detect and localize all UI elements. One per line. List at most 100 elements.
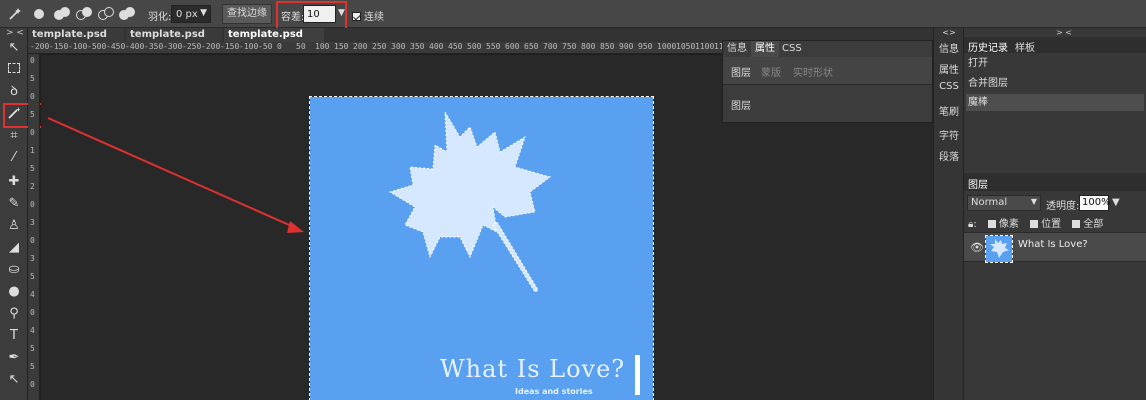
ruler-tick-label: 5 [30, 164, 35, 173]
ruler-tick-label: -50 [258, 42, 273, 51]
subtab-layer[interactable]: 图层 [731, 64, 751, 79]
dock-collapse[interactable]: <> [934, 28, 964, 37]
contiguous-checkbox[interactable]: 连续 [352, 8, 384, 23]
feather-dropdown-icon[interactable]: ▼ [200, 8, 207, 18]
ruler-tick-label: 1100 [695, 42, 715, 51]
refine-edge-button[interactable]: 查找边缘 [222, 4, 272, 24]
tab-info[interactable]: 信息 [723, 41, 751, 57]
stamp-tool-icon[interactable]: ♙ [4, 216, 24, 236]
ruler-tick-label: -300 [163, 42, 183, 51]
move-tool-icon[interactable]: ↖ [4, 38, 24, 58]
tab-properties[interactable]: 属性 [751, 41, 779, 57]
ruler-tick-label: 5 [30, 110, 35, 119]
dock-properties[interactable]: 属性 [934, 61, 964, 76]
feather-input[interactable]: 0 px ▼ [171, 5, 211, 23]
blend-mode-select[interactable]: Normal ▼ [967, 195, 1041, 211]
ruler-tick-label: 600 [505, 42, 520, 51]
ruler-tick-label: 550 [486, 42, 501, 51]
ruler-tick-label: 350 [410, 42, 425, 51]
ruler-tick-label: 0 [30, 92, 35, 101]
lock-row: 🔒︎: 像素 位置 全部 [968, 215, 1103, 230]
healing-brush-icon[interactable]: ✚ [4, 172, 24, 192]
tab-template-1[interactable]: template.psd *✕ [28, 28, 124, 54]
lasso-tool-icon[interactable]: ꝺ [4, 82, 24, 102]
ruler-tick-label: 0 [30, 308, 35, 317]
tolerance-dropdown-icon[interactable]: ▼ [338, 8, 345, 18]
tolerance-label: 容差: [281, 12, 305, 23]
ruler-tick-label: 650 [524, 42, 539, 51]
ruler-tick-label: 4 [30, 326, 35, 335]
ruler-tick-label: 300 [391, 42, 406, 51]
lock-position-label: 位置 [1041, 219, 1062, 230]
history-item-selected[interactable]: 魔棒 [966, 94, 1144, 111]
opacity-input[interactable]: 100% [1079, 195, 1111, 211]
subtab-live-shape[interactable]: 实时形状 [793, 64, 833, 79]
dock-brush[interactable]: 笔刷 [934, 103, 964, 118]
tab-template-3[interactable]: template.psd *✕ [224, 28, 324, 54]
ruler-tick-label: 850 [600, 42, 615, 51]
toolbar-collapse[interactable]: > < [6, 28, 24, 38]
panel-collapse[interactable]: > < [1056, 28, 1072, 37]
dodge-tool-icon[interactable]: ⚲ [4, 304, 24, 324]
eye-icon[interactable]: 👁︎ [970, 241, 984, 254]
subtab-mask[interactable]: 蒙版 [761, 64, 781, 79]
document-title-text: What Is Love? [440, 355, 626, 383]
tab-template-2[interactable]: template.psd *✕ [126, 28, 222, 54]
tab-layers[interactable]: 图层 [968, 176, 988, 191]
checkbox-checked-icon[interactable] [352, 12, 361, 21]
ruler-tick-label: -500 [87, 42, 107, 51]
ruler-tick-label: 250 [372, 42, 387, 51]
bucket-tool-icon[interactable]: ⛀ [4, 260, 24, 280]
opacity-dropdown-icon[interactable]: ▼ [1112, 197, 1120, 208]
ruler-tick-label: -150 [49, 42, 69, 51]
eyedropper-tool-icon[interactable]: ⁄ [4, 148, 24, 168]
dock-info[interactable]: 信息 [934, 40, 964, 55]
properties-content: 图层 [731, 101, 751, 112]
ruler-tick-label: 5 [30, 344, 35, 353]
ruler-tick-label: 1050 [676, 42, 696, 51]
dock-paragraph[interactable]: 段落 [934, 148, 964, 163]
brush-tool-icon[interactable]: ✎ [4, 194, 24, 214]
ruler-tick-label: 4 [30, 290, 35, 299]
ruler-tick-label: 1000 [657, 42, 677, 51]
ruler-tick-label: -100 [239, 42, 259, 51]
tab-history[interactable]: 历史记录 [968, 39, 1008, 54]
ruler-tick-label: 700 [543, 42, 558, 51]
ruler-tick-label: 200 [353, 42, 368, 51]
ruler-vertical: 0 5 0 5 0 1 5 2 0 3 0 3 5 4 0 4 5 5 0 [28, 54, 40, 400]
document-accent-bar [635, 355, 640, 395]
path-select-icon[interactable]: ↖ [4, 370, 24, 390]
layer-thumbnail [985, 235, 1013, 263]
pen-tool-icon[interactable]: ✒ [4, 348, 24, 368]
magic-wand-tool-icon[interactable] [8, 7, 22, 21]
lock-position-checkbox[interactable]: 位置 [1030, 219, 1061, 230]
ruler-tick-label: -400 [125, 42, 145, 51]
type-tool-icon[interactable]: T [4, 326, 24, 346]
eraser-tool-icon[interactable]: ◢ [4, 238, 24, 258]
ruler-tick-label: 100 [315, 42, 330, 51]
tolerance-input[interactable]: 10 [303, 5, 336, 23]
dock-character[interactable]: 字符 [934, 127, 964, 142]
marquee-tool-icon[interactable] [4, 60, 24, 80]
tab-swatches[interactable]: 样板 [1015, 39, 1035, 54]
crop-tool-icon[interactable]: ⌗ [4, 126, 24, 146]
ruler-tick-label: 2 [30, 182, 35, 191]
lock-all-checkbox[interactable]: 全部 [1072, 219, 1103, 230]
maple-leaf-selection [388, 111, 552, 293]
history-item[interactable]: 打开 [966, 55, 1144, 72]
history-item[interactable]: 合并图层 [966, 75, 1144, 92]
blur-tool-icon[interactable]: ● [4, 282, 24, 302]
lock-pixels-checkbox[interactable]: 像素 [987, 219, 1019, 230]
dock-css[interactable]: CSS [934, 81, 964, 92]
chevron-down-icon: ▼ [1030, 197, 1037, 206]
layer-row[interactable]: 👁︎ What Is Love? [964, 232, 1146, 263]
ruler-tick-label: -100 [68, 42, 88, 51]
document-canvas[interactable]: What Is Love? Ideas and stories [309, 96, 654, 400]
toolbar: > < ↖ ꝺ ⌗ ⁄ ✚ ✎ ♙ ◢ ⛀ ● ⚲ T ✒ ↖ [0, 28, 28, 400]
ruler-tick-label: -150 [220, 42, 240, 51]
ruler-tick-label: 0 [30, 200, 35, 209]
tab-css[interactable]: CSS [778, 41, 806, 57]
contiguous-label: 连续 [364, 12, 384, 23]
lock-pixels-label: 像素 [998, 219, 1019, 230]
leaf-thumbnail-icon [990, 239, 1009, 258]
